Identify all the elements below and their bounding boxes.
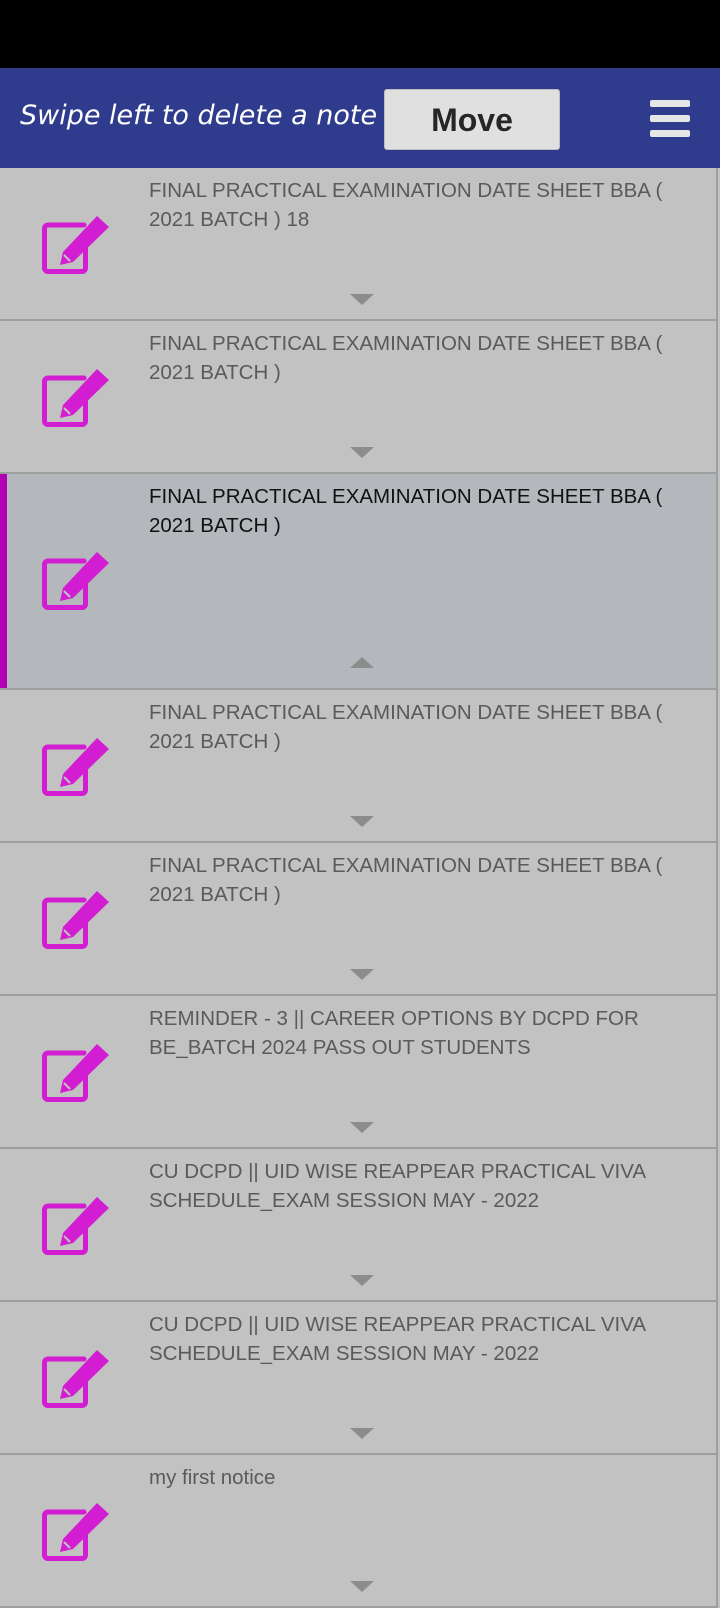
edit-note-icon [40, 734, 116, 800]
note-item[interactable]: FINAL PRACTICAL EXAMINATION DATE SHEET B… [0, 690, 718, 843]
expand-arrow-icon[interactable] [350, 294, 374, 305]
note-title: my first notice [149, 1466, 276, 1489]
edit-note-icon [40, 212, 116, 278]
notes-list[interactable]: FINAL PRACTICAL EXAMINATION DATE SHEET B… [0, 168, 720, 1608]
edit-note-icon [40, 1040, 116, 1106]
note-item-expanded[interactable]: FINAL PRACTICAL EXAMINATION DATE SHEET B… [0, 474, 718, 690]
collapse-arrow-icon[interactable] [350, 657, 374, 668]
edit-note-icon [40, 1193, 116, 1259]
move-button[interactable]: Move [384, 89, 560, 150]
note-title: FINAL PRACTICAL EXAMINATION DATE SHEET B… [149, 701, 663, 753]
expand-arrow-icon[interactable] [350, 969, 374, 980]
edit-note-icon [40, 365, 116, 431]
note-item[interactable]: my first notice [0, 1455, 718, 1608]
note-item[interactable]: CU DCPD || UID WISE REAPPEAR PRACTICAL V… [0, 1302, 718, 1455]
expand-arrow-icon[interactable] [350, 447, 374, 458]
hamburger-menu-icon[interactable] [650, 100, 690, 138]
edit-note-icon [40, 1346, 116, 1412]
note-title: FINAL PRACTICAL EXAMINATION DATE SHEET B… [149, 332, 663, 384]
status-bar [0, 0, 720, 68]
expand-arrow-icon[interactable] [350, 1275, 374, 1286]
expand-arrow-icon[interactable] [350, 1428, 374, 1439]
note-title: CU DCPD || UID WISE REAPPEAR PRACTICAL V… [149, 1160, 645, 1212]
note-item[interactable]: FINAL PRACTICAL EXAMINATION DATE SHEET B… [0, 168, 718, 321]
note-item[interactable]: FINAL PRACTICAL EXAMINATION DATE SHEET B… [0, 321, 718, 474]
note-title: FINAL PRACTICAL EXAMINATION DATE SHEET B… [149, 854, 663, 906]
note-item[interactable]: REMINDER - 3 || CAREER OPTIONS BY DCPD F… [0, 996, 718, 1149]
note-title: CU DCPD || UID WISE REAPPEAR PRACTICAL V… [149, 1313, 645, 1365]
note-title: FINAL PRACTICAL EXAMINATION DATE SHEET B… [149, 179, 663, 231]
edit-note-icon [40, 1499, 116, 1565]
expand-arrow-icon[interactable] [350, 816, 374, 827]
note-title: REMINDER - 3 || CAREER OPTIONS BY DCPD F… [149, 1007, 639, 1059]
swipe-hint-text: Swipe left to delete a note [20, 100, 378, 131]
app-bar: Swipe left to delete a note Move [0, 68, 720, 168]
edit-note-icon [40, 548, 116, 614]
expand-arrow-icon[interactable] [350, 1581, 374, 1592]
note-item[interactable]: FINAL PRACTICAL EXAMINATION DATE SHEET B… [0, 843, 718, 996]
edit-note-icon [40, 887, 116, 953]
note-item[interactable]: CU DCPD || UID WISE REAPPEAR PRACTICAL V… [0, 1149, 718, 1302]
note-title: FINAL PRACTICAL EXAMINATION DATE SHEET B… [149, 485, 663, 537]
expand-arrow-icon[interactable] [350, 1122, 374, 1133]
